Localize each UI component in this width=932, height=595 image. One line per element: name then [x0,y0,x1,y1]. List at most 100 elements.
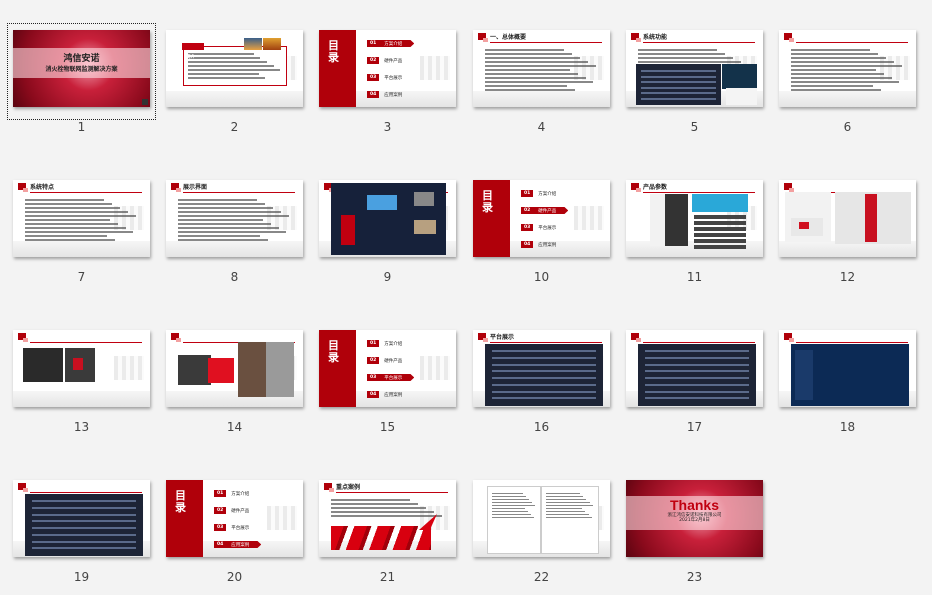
slide-thumbnail-11[interactable]: 产品参数 11 [621,174,768,284]
text-line [331,511,434,513]
slide-preview[interactable]: 目录 01 方案介绍 02 硬件产品 03 平台展示 04 应用案例 [473,180,610,257]
slide-preview[interactable]: 目录 01 方案介绍 02 硬件产品 03 平台展示 04 应用案例 [319,30,456,107]
agenda-item: 03 平台展示 [367,74,402,81]
agenda-label: 应用案例 [384,92,403,98]
slide-number: 4 [537,120,546,134]
agenda-item: 01 方案介绍 [367,340,402,347]
text-line [178,239,269,241]
slide-thumbnail-16[interactable]: 平台展示 16 [468,324,615,434]
slide-thumbnail-15[interactable]: 目录 01 方案介绍 02 硬件产品 03 平台展示 04 应用案例 15 [314,324,461,434]
text-line [485,61,588,63]
text-line [791,85,874,87]
slide-thumbnail-6[interactable]: 6 [774,24,921,134]
slide-preview[interactable]: 鸿信安诺 消火栓物联网监测解决方案 [13,30,150,107]
agenda-number: 01 [367,40,380,47]
body-text [791,47,904,93]
hydrant-image [341,215,355,245]
slide-preview[interactable]: 系统特点 [13,180,150,257]
slide-thumbnail-7[interactable]: 系统特点 7 [8,174,155,284]
agenda-label: 硬件产品 [538,208,557,214]
text-line [638,53,725,55]
slide-number: 18 [839,420,856,434]
body-text [188,51,282,81]
floor-decoration [473,91,610,107]
document-page [541,486,599,554]
slide-preview[interactable]: Thanks 浙江鸿信安诺科技有限公司 2021年2月8日 [626,480,763,557]
text-line [188,61,267,63]
slide-preview[interactable]: 目录 01 方案介绍 02 硬件产品 03 平台展示 04 应用案例 [166,480,303,557]
slide-thumbnail-8[interactable]: 展示界面 8 [161,174,308,284]
slide-thumbnail-9[interactable]: 9 [314,174,461,284]
slide-thumbnail-4[interactable]: 一、总体概要 4 [468,24,615,134]
title-divider [490,42,602,43]
text-line [188,65,274,67]
slide-thumbnail-19[interactable]: 19 [8,474,155,584]
text-line [188,73,259,75]
text-line [638,57,733,59]
slide-preview[interactable] [473,480,610,557]
slide-number: 20 [226,570,243,584]
agenda-label: 平台展示 [538,225,557,231]
slide-preview[interactable]: 展示界面 [166,180,303,257]
slide-preview[interactable]: 产品参数 [626,180,763,257]
screenshot-image [636,64,721,105]
agenda-item: 03 平台展示 [367,374,415,381]
growth-arrow-image [331,526,431,550]
table-row [641,97,716,100]
slide-thumbnail-14[interactable]: 14 [161,324,308,434]
slide-thumbnail-20[interactable]: 目录 01 方案介绍 02 硬件产品 03 平台展示 04 应用案例 20 [161,474,308,584]
header-square-icon [636,188,641,192]
slide-number: 21 [379,570,396,584]
slide-thumbnail-1[interactable]: 鸿信安诺 消火栓物联网监测解决方案 1 [7,23,156,134]
slide-thumbnail-5[interactable]: 系统功能 5 [621,24,768,134]
screenshot-image [791,344,909,406]
agenda-item: 01 方案介绍 [367,40,415,47]
slide-preview[interactable] [626,330,763,407]
agenda-sidebar: 目录 [473,180,510,257]
text-line [791,69,876,71]
slide-preview[interactable]: 一、总体概要 [473,30,610,107]
slide-title: 展示界面 [183,184,208,191]
floor-decoration [779,91,916,107]
slide-thumbnail-21[interactable]: 重点案例 21 [314,474,461,584]
body-text [331,497,444,519]
slide-thumbnail-3[interactable]: 目录 01 方案介绍 02 硬件产品 03 平台展示 04 应用案例 3 [314,24,461,134]
slide-preview[interactable]: 平台展示 [473,330,610,407]
slide-preview[interactable] [13,480,150,557]
slide-thumbnail-18[interactable]: 18 [774,324,921,434]
agenda-number: 04 [521,241,534,248]
agenda-label: 方案介绍 [384,41,403,47]
text-line [638,61,741,63]
slide-preview[interactable] [779,180,916,257]
slide-preview[interactable] [166,330,303,407]
agenda-title: 目录 [328,39,339,64]
slide-thumbnail-12[interactable]: 12 [774,174,921,284]
slide-preview[interactable] [13,330,150,407]
agenda-item: 02 硬件产品 [367,357,402,364]
slide-preview[interactable]: 系统功能 [626,30,763,107]
slide-thumbnail-23[interactable]: Thanks 浙江鸿信安诺科技有限公司 2021年2月8日 23 [621,474,768,584]
slide-preview[interactable] [779,330,916,407]
slide-preview[interactable] [779,30,916,107]
slide-thumbnail-10[interactable]: 目录 01 方案介绍 02 硬件产品 03 平台展示 04 应用案例 10 [468,174,615,284]
text-line [25,203,112,205]
title-divider [183,192,295,193]
slide-thumbnail-17[interactable]: 17 [621,324,768,434]
text-line [791,73,884,75]
slide-preview[interactable]: 重点案例 [319,480,456,557]
slide-number: 5 [690,120,699,134]
slide-preview[interactable] [319,180,456,257]
text-line [492,508,525,509]
slide-thumbnail-22[interactable]: 22 [468,474,615,584]
text-line [188,53,254,55]
slide-number: 7 [77,270,86,284]
slide-preview[interactable]: 目录 01 方案介绍 02 硬件产品 03 平台展示 04 应用案例 [319,330,456,407]
header-square-icon [329,488,334,492]
table-row [32,506,136,509]
text-line [485,49,565,51]
slide-preview[interactable]: 简介 [166,30,303,107]
agenda-title: 目录 [482,189,493,214]
slide-thumbnail-13[interactable]: 13 [8,324,155,434]
title-divider [30,492,142,493]
slide-thumbnail-2[interactable]: 简介 2 [161,24,308,134]
